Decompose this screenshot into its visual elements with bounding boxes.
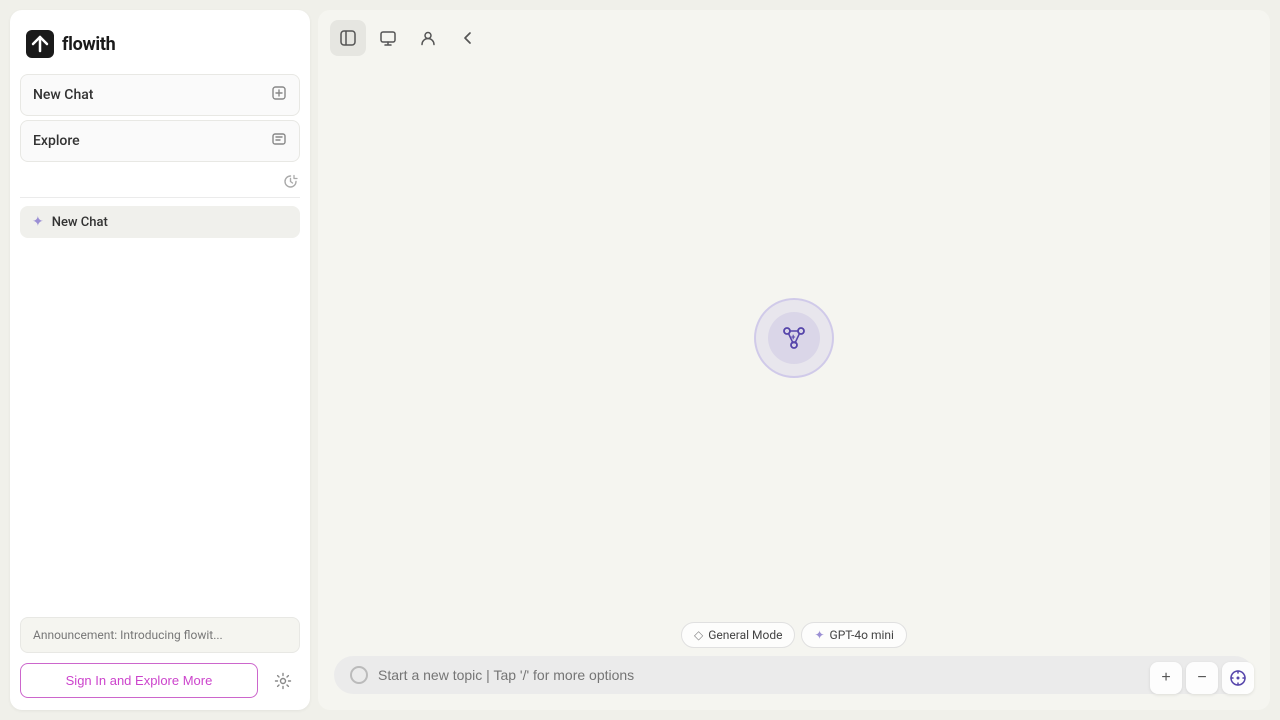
sidebar: flowith New Chat Explore <box>10 10 310 710</box>
workflow-icon-container[interactable]: + <box>754 298 834 378</box>
general-mode-label: General Mode <box>708 628 782 642</box>
active-chat-label: New Chat <box>52 215 108 230</box>
compass-button[interactable] <box>1222 662 1254 694</box>
workflow-icon-inner: + <box>768 312 820 364</box>
chat-input-container <box>334 656 1254 694</box>
gpt-model-icon: ✦ <box>814 628 824 642</box>
main-bottom: ◇ General Mode ✦ GPT-4o mini <box>318 610 1270 710</box>
logo-icon <box>26 30 54 58</box>
general-mode-pill[interactable]: ◇ General Mode <box>681 622 795 648</box>
chat-item-icon: ✦ <box>32 214 44 230</box>
history-icon[interactable] <box>283 174 298 193</box>
sidebar-nav: New Chat Explore <box>20 74 300 162</box>
collapse-button[interactable] <box>450 20 486 56</box>
svg-text:+: + <box>791 333 796 342</box>
workflow-svg-icon: + <box>780 324 808 352</box>
gpt-model-label: GPT-4o mini <box>830 628 894 642</box>
announcement-text: Announcement: Introducing flowit... <box>33 628 223 642</box>
zoom-in-button[interactable]: + <box>1150 662 1182 694</box>
chat-input[interactable] <box>378 667 1238 683</box>
gpt-model-pill[interactable]: ✦ GPT-4o mini <box>801 622 906 648</box>
main-center: + <box>318 66 1270 610</box>
chat-input-indicator <box>350 666 368 684</box>
bottom-right-controls: + − <box>1150 662 1254 694</box>
app-container: flowith New Chat Explore <box>0 0 1280 720</box>
history-divider <box>20 170 300 198</box>
main-content: + ◇ General Mode ✦ GPT-4o mini <box>318 10 1270 710</box>
sidebar-footer: Announcement: Introducing flowit... Sign… <box>20 617 300 698</box>
new-chat-icon <box>271 85 287 105</box>
main-toolbar <box>318 10 1270 66</box>
sign-in-button[interactable]: Sign In and Explore More <box>20 663 258 698</box>
announcement-bar[interactable]: Announcement: Introducing flowit... <box>20 617 300 653</box>
screen-button[interactable] <box>370 20 406 56</box>
explore-label: Explore <box>33 133 80 149</box>
active-chat-item[interactable]: ✦ New Chat <box>20 206 300 238</box>
settings-button[interactable] <box>266 664 300 698</box>
logo-text: flowith <box>62 34 115 55</box>
sidebar-item-new-chat[interactable]: New Chat <box>20 74 300 116</box>
footer-actions: Sign In and Explore More <box>20 663 300 698</box>
general-mode-icon: ◇ <box>694 628 703 642</box>
explore-icon <box>271 131 287 151</box>
zoom-out-button[interactable]: − <box>1186 662 1218 694</box>
sidebar-toggle-button[interactable] <box>330 20 366 56</box>
mode-pills: ◇ General Mode ✦ GPT-4o mini <box>334 622 1254 648</box>
new-chat-label: New Chat <box>33 87 93 103</box>
sidebar-item-explore[interactable]: Explore <box>20 120 300 162</box>
person-button[interactable] <box>410 20 446 56</box>
logo-area: flowith <box>20 22 300 74</box>
